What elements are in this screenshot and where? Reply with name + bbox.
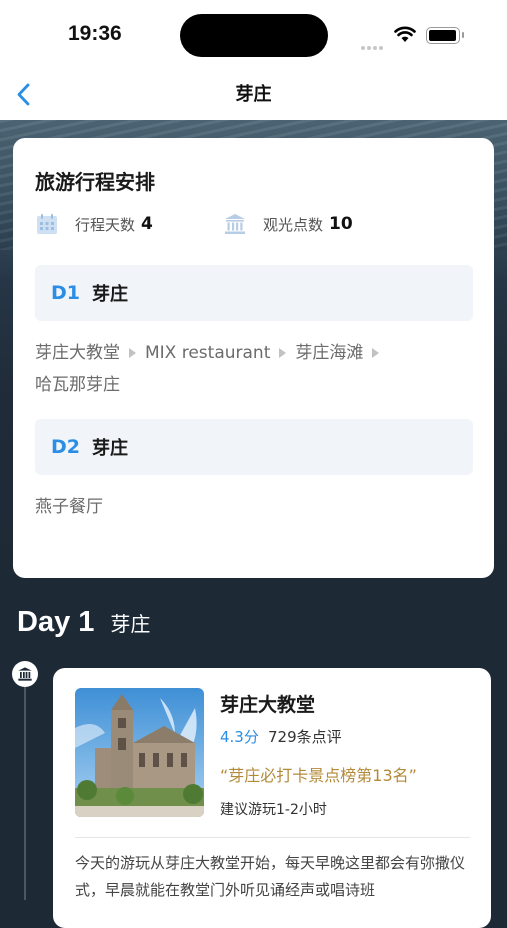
day-section-label: Day 1	[17, 606, 95, 638]
day-section-city: 芽庄	[110, 612, 151, 636]
itinerary-card: 旅游行程安排 行程天数 4 观光点数 10 D1 芽庄 芽庄大教堂 MIX res…	[13, 138, 494, 578]
poi-name: 芽庄大教堂	[220, 694, 316, 716]
day-1-route: 芽庄大教堂 MIX restaurant 芽庄海滩哈瓦那芽庄	[35, 337, 475, 401]
battery-icon	[426, 27, 464, 44]
status-bar: 19:36	[0, 0, 507, 68]
day-city: 芽庄	[92, 284, 128, 305]
itinerary-title: 旅游行程安排	[35, 170, 155, 194]
route-arrow-icon	[372, 348, 380, 358]
route-stop[interactable]: 燕子餐厅	[35, 497, 103, 517]
day-1-header[interactable]: D1 芽庄	[35, 265, 473, 321]
poi-card[interactable]: 芽庄大教堂 4.3分 729条点评 “芽庄必打卡景点榜第13名” 建议游玩1-2…	[53, 668, 491, 928]
landmark-icon	[225, 214, 245, 234]
trip-days-stat: 行程天数 4	[35, 212, 153, 236]
route-stop[interactable]: 哈瓦那芽庄	[35, 375, 120, 395]
timeline-marker	[12, 661, 38, 687]
cathedral-photo	[75, 688, 204, 817]
poi-photo[interactable]	[75, 688, 204, 817]
page-title: 芽庄	[235, 84, 272, 105]
sightseeing-spots-stat: 观光点数 10	[223, 212, 353, 236]
calendar-icon	[37, 214, 57, 234]
day-code: D1	[51, 282, 80, 304]
poi-description: 今天的游玩从芽庄大教堂开始，每天早晚这里都会有弥撒仪式，早晨就能在教堂门外听见诵…	[75, 854, 466, 899]
dynamic-island	[180, 14, 328, 57]
day-2-route: 燕子餐厅	[35, 491, 475, 523]
sightseeing-spots-label: 观光点数	[263, 215, 324, 234]
landmark-icon	[18, 667, 32, 681]
status-time: 19:36	[68, 22, 122, 45]
route-stop[interactable]: 芽庄海滩	[295, 343, 363, 363]
route-arrow-icon	[279, 348, 287, 358]
poi-suggested-duration: 建议游玩1-2小时	[220, 802, 327, 818]
poi-rating: 4.3分	[220, 728, 259, 746]
route-stop[interactable]: 芽庄大教堂	[35, 343, 120, 363]
day-city: 芽庄	[92, 438, 128, 459]
poi-ranking[interactable]: “芽庄必打卡景点榜第13名”	[220, 762, 417, 786]
day-code: D2	[51, 436, 80, 458]
navigation-bar: 芽庄	[0, 68, 507, 120]
route-arrow-icon	[129, 348, 136, 358]
poi-review-count[interactable]: 729条点评	[268, 726, 342, 747]
day-2-header[interactable]: D2 芽庄	[35, 419, 473, 475]
trip-days-label: 行程天数	[75, 215, 136, 234]
cellular-signal-icon	[361, 35, 385, 54]
wifi-icon	[394, 26, 416, 42]
divider	[75, 837, 470, 838]
timeline-line	[24, 687, 26, 900]
day-section-heading: Day 1 芽庄	[17, 606, 150, 639]
sightseeing-spots-value: 10	[329, 214, 353, 234]
trip-days-value: 4	[141, 214, 153, 234]
route-stop[interactable]: MIX restaurant	[145, 343, 270, 363]
